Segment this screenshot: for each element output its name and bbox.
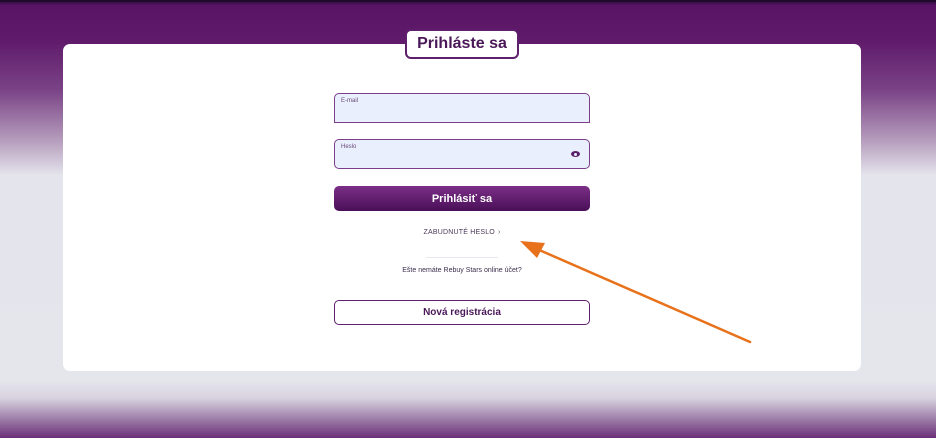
annotation-arrow-icon (520, 241, 752, 344)
